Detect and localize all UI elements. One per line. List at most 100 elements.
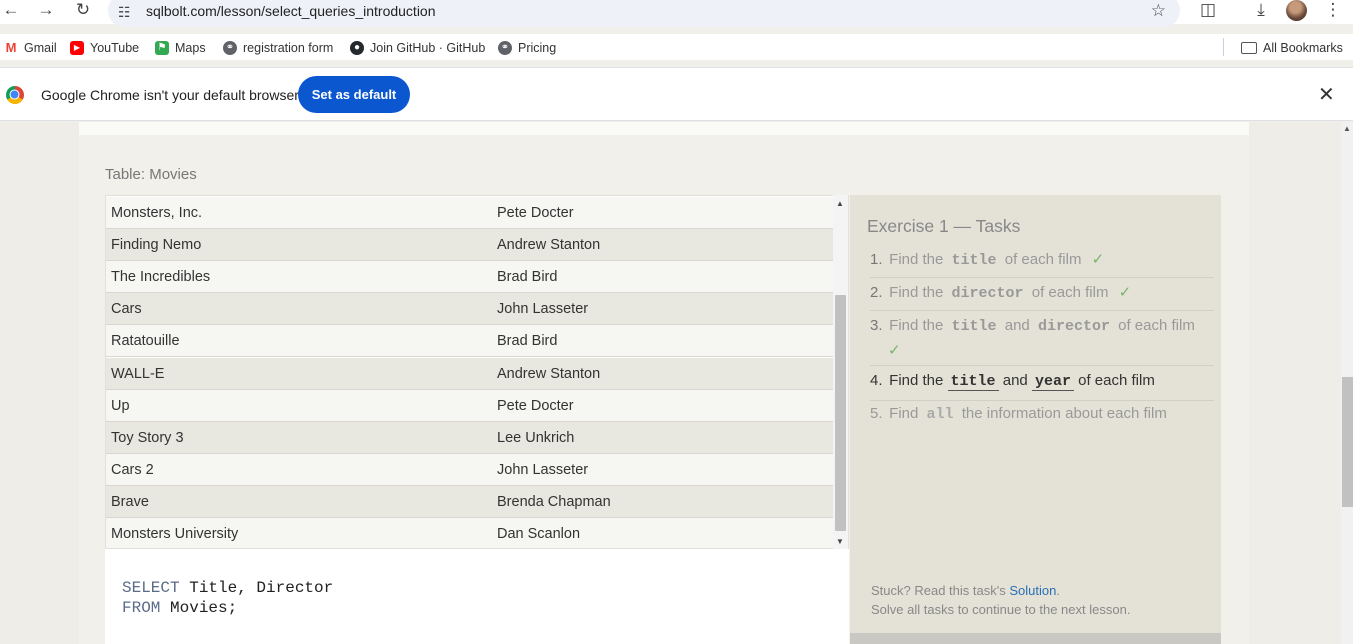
task-item-3: 3. Find the title and director of each f… <box>870 314 1214 366</box>
cell-director: Dan Scanlon <box>497 526 581 542</box>
bookmark-label: Pricing <box>518 41 557 55</box>
table-row: Finding Nemo Andrew Stanton <box>106 229 833 261</box>
results-table[interactable]: Monsters, Inc. Pete Docter Finding Nemo … <box>105 195 849 549</box>
table-row: Ratatouille Brad Bird <box>106 325 833 357</box>
extensions-icon[interactable]: ◫ <box>1197 0 1219 22</box>
default-browser-infobar: Google Chrome isn't your default browser… <box>0 67 1353 121</box>
tasks-title: Exercise 1 — Tasks <box>867 216 1021 236</box>
menu-icon[interactable]: ⋮ <box>1322 0 1344 22</box>
all-bookmarks[interactable]: All Bookmarks <box>1241 40 1343 56</box>
table-row: Monsters University Dan Scanlon <box>106 518 833 548</box>
card-top-strip <box>79 122 1249 135</box>
table-row: Cars John Lasseter <box>106 293 833 325</box>
cell-director: John Lasseter <box>497 462 589 478</box>
cell-title: Ratatouille <box>111 333 180 349</box>
task-item-1: 1. Find the title of each film ✓ <box>870 248 1214 278</box>
bookmark-youtube[interactable]: ▶ YouTube <box>70 40 139 56</box>
sql-keyword: FROM <box>122 599 161 617</box>
task-text: the information about each film <box>961 405 1167 422</box>
bookmark-label: Maps <box>175 41 206 55</box>
task-code: title <box>947 373 999 391</box>
table-title: Table: Movies <box>105 166 197 183</box>
task-text: Find the <box>889 284 944 301</box>
close-icon[interactable]: ✕ <box>1318 82 1335 107</box>
task-item-5: 5. Find all the information about each f… <box>870 402 1214 432</box>
site-info-icon[interactable]: ☷ <box>118 4 131 21</box>
task-number: 1. <box>870 251 883 268</box>
task-code: year <box>1031 373 1074 391</box>
bookmark-github[interactable]: ● Join GitHub · GitHub <box>350 40 485 56</box>
task-text: of each film <box>1118 317 1195 334</box>
task-number: 2. <box>870 284 883 301</box>
task-number: 4. <box>870 372 883 389</box>
address-bar[interactable]: ☷ sqlbolt.com/lesson/select_queries_intr… <box>108 0 1180 27</box>
gmail-icon: M <box>4 40 18 55</box>
forward-icon[interactable]: → <box>35 0 57 22</box>
infobar-message: Google Chrome isn't your default browser <box>41 87 299 103</box>
tasks-footer-bar <box>850 633 1221 644</box>
profile-avatar[interactable] <box>1286 0 1307 21</box>
page-scroll-thumb[interactable] <box>1342 377 1353 507</box>
bookmark-label: Gmail <box>24 41 57 55</box>
cell-director: John Lasseter <box>497 301 589 317</box>
globe-icon: ⚭ <box>223 41 237 55</box>
query-line-1: SELECT Title, Director <box>122 578 333 598</box>
task-text: and <box>1004 317 1030 334</box>
task-text: and <box>1002 372 1028 389</box>
task-number: 3. <box>870 317 883 334</box>
task-text: of each film <box>1031 284 1109 301</box>
bookmark-pricing[interactable]: ⚭ Pricing <box>498 40 556 56</box>
cell-director: Andrew Stanton <box>497 366 601 382</box>
task-text: of each film <box>1078 372 1155 389</box>
cell-title: Monsters University <box>111 526 239 542</box>
bookmark-label: registration form <box>243 41 334 55</box>
table-scrollbar[interactable]: ▲ ▼ <box>833 195 848 549</box>
scroll-up-arrow-icon[interactable]: ▲ <box>836 199 844 208</box>
set-as-default-button[interactable]: Set as default <box>298 76 410 113</box>
bookmark-star-icon[interactable]: ☆ <box>1151 1 1166 21</box>
bookmarks-separator <box>1223 38 1224 56</box>
table-row: Toy Story 3 Lee Unkrich <box>106 422 833 454</box>
table-row: The Incredibles Brad Bird <box>106 261 833 293</box>
task-code: all <box>926 406 954 423</box>
scroll-up-arrow-icon[interactable]: ▲ <box>1343 124 1351 133</box>
cell-director: Pete Docter <box>497 205 574 221</box>
url-text[interactable]: sqlbolt.com/lesson/select_queries_introd… <box>146 3 436 19</box>
task-code: director <box>951 285 1024 302</box>
cell-title: Finding Nemo <box>111 237 202 253</box>
bookmark-registration-form[interactable]: ⚭ registration form <box>223 40 333 56</box>
sql-keyword: SELECT <box>122 579 180 597</box>
reload-icon[interactable]: ↻ <box>72 0 94 22</box>
check-icon: ✓ <box>1091 251 1105 268</box>
table-row: Up Pete Docter <box>106 390 833 422</box>
sql-text: Title, Director <box>179 579 334 597</box>
youtube-icon: ▶ <box>70 41 84 55</box>
bookmark-gmail[interactable]: M Gmail <box>4 40 57 56</box>
table-row: Brave Brenda Chapman <box>106 486 833 518</box>
task-item-4: 4. Find the title and year of each film <box>870 369 1214 401</box>
task-text: Find the <box>889 372 944 389</box>
scroll-down-arrow-icon[interactable]: ▼ <box>836 537 844 546</box>
check-icon: ✓ <box>1118 284 1132 301</box>
table-row: Monsters, Inc. Pete Docter <box>106 197 833 229</box>
sql-query-editor[interactable]: SELECT Title, Director FROM Movies; <box>105 549 849 644</box>
cell-title: Toy Story 3 <box>111 430 184 446</box>
back-icon[interactable]: ← <box>0 0 22 22</box>
task-code: director <box>1037 318 1110 335</box>
page-scrollbar[interactable]: ▲ <box>1341 122 1353 644</box>
stuck-period: . <box>1056 583 1060 598</box>
bookmark-maps[interactable]: ⚑ Maps <box>155 40 206 56</box>
table-scroll-thumb[interactable] <box>835 295 846 531</box>
bookmarks-bar: M Gmail ▶ YouTube ⚑ Maps ⚭ registration … <box>0 34 1353 60</box>
cell-title: Brave <box>111 494 149 510</box>
browser-toolbar: ← → ↻ ☷ sqlbolt.com/lesson/select_querie… <box>0 0 1353 27</box>
download-icon[interactable]: ⤓ <box>1250 0 1272 22</box>
cell-director: Pete Docter <box>497 398 574 414</box>
cell-director: Brenda Chapman <box>497 494 611 510</box>
cell-director: Andrew Stanton <box>497 237 601 253</box>
stuck-help: Stuck? Read this task's Solution. Solve … <box>871 581 1130 619</box>
bookmark-label: Join GitHub · GitHub <box>370 41 486 55</box>
cell-title: Cars 2 <box>111 462 154 478</box>
github-icon: ● <box>350 41 364 55</box>
solution-link[interactable]: Solution <box>1009 583 1056 598</box>
